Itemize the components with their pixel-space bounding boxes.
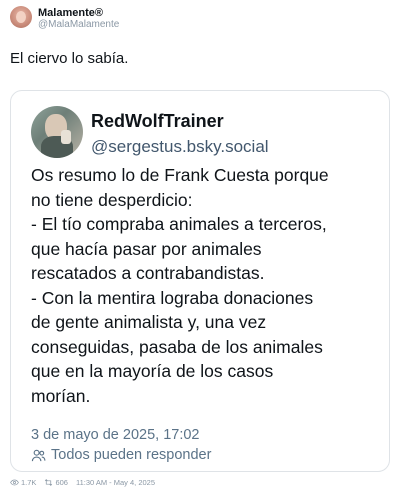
repost-count[interactable]: 606 — [44, 478, 68, 487]
quoted-post-date[interactable]: 3 de mayo de 2025, 17:02 — [31, 427, 200, 443]
quoted-author-handle[interactable]: @sergestus.bsky.social — [91, 137, 269, 157]
quoted-text-line: no tiene desperdicio: — [31, 189, 193, 210]
post-timestamp[interactable]: 11:30 AM - May 4, 2025 — [76, 478, 155, 487]
quoted-avatar[interactable] — [31, 106, 83, 158]
quoted-text-line: - Con la mentira lograba donaciones — [31, 287, 314, 308]
quoted-text-line: de gente animalista y, una vez — [31, 312, 267, 332]
quoted-text-line: rescatados a contrabandistas. — [31, 263, 265, 283]
reply-audience-label: Todos pueden responder — [51, 447, 212, 463]
quoted-text-line: que hacía pasar por animales — [31, 238, 262, 259]
post-footer: 1.7K 606 11:30 AM - May 4, 2025 — [10, 478, 155, 487]
eye-icon — [10, 479, 19, 486]
quoted-text-line: Os resumo lo de Frank Cuesta porque — [31, 165, 329, 185]
quoted-text-line: - El tío compraba animales a terceros, — [31, 214, 327, 234]
views-count[interactable]: 1.7K — [10, 478, 36, 487]
post-author-handle[interactable]: @MalaMalamente — [38, 19, 119, 30]
quoted-author-name[interactable]: RedWolfTrainer — [91, 111, 224, 132]
quoted-post-card[interactable]: RedWolfTrainer @sergestus.bsky.social Os… — [10, 90, 390, 472]
post-author-name[interactable]: Malamente® — [38, 7, 103, 19]
quoted-text-line: que en la mayoría de los casos — [31, 361, 274, 381]
post-text: El ciervo lo sabía. — [10, 50, 129, 67]
post-avatar[interactable] — [10, 6, 32, 28]
reply-audience: Todos pueden responder — [31, 447, 211, 463]
repost-icon — [45, 479, 53, 486]
quoted-post-text: Os resumo lo de Frank Cuesta porque no t… — [31, 163, 386, 408]
quoted-text-line: conseguidas, pasaba de los animales — [31, 336, 323, 357]
repost-label: 606 — [55, 478, 68, 487]
quoted-text-line: morían. — [31, 385, 91, 406]
views-label: 1.7K — [21, 478, 37, 487]
people-icon — [31, 449, 46, 461]
